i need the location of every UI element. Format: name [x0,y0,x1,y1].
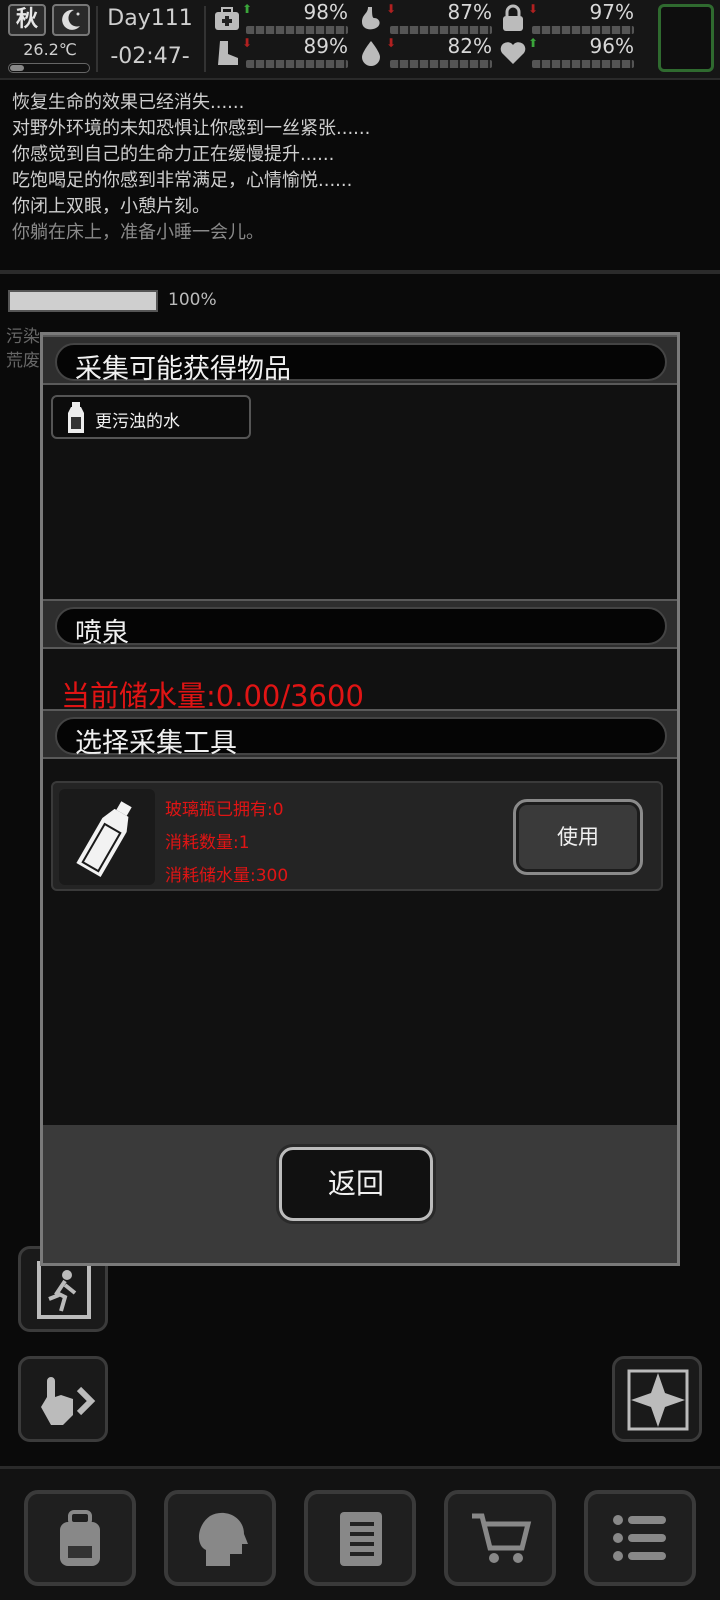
log-line: 对野外环境的未知恐惧让你感到一丝紧张...... [12,118,371,139]
tool-consume-count: 消耗数量:1 [165,833,250,853]
exit-icon [37,1261,91,1319]
dialog-footer: 返回 [43,1125,677,1263]
loot-item[interactable]: 更污浊的水 [51,395,251,439]
brain-head-icon [198,1512,248,1566]
log-divider [0,270,720,274]
trend-up-icon: ⬆ [528,36,539,50]
water-drop-icon [362,41,380,66]
day-counter: Day111 [107,6,193,31]
tool-consume-water: 消耗储水量:300 [165,866,289,886]
trend-down-icon: ⬇ [386,36,397,50]
stat-mood[interactable]: ⬆ 96% [498,34,638,70]
heart-icon [500,42,526,64]
trend-down-icon: ⬇ [242,36,253,50]
tool-owned-count: 玻璃瓶已拥有:0 [165,800,284,820]
tool-section-header: 选择采集工具 [43,709,677,759]
gather-dialog: 采集可能获得物品 更污浊的水 喷泉 当前储水量:0.00/3600 选择采集工具… [40,332,680,1266]
map-navigation-button[interactable] [612,1356,702,1442]
equipment-slot[interactable] [658,4,714,72]
compass-icon [627,1369,689,1431]
loot-item-label: 更污浊的水 [95,412,180,432]
backpack-button[interactable] [24,1490,136,1586]
temperature-bar [8,63,90,73]
backpack-icon [60,1510,100,1566]
bottle-icon [68,402,84,433]
moon-icon [52,4,90,36]
stat-thirst[interactable]: ⬇ 82% [356,34,496,70]
clock-readout: -02:47- [110,44,190,69]
log-line: 恢复生命的效果已经消失...... [12,92,245,113]
trend-up-icon: ⬆ [242,2,253,16]
progress-percent: 100% [168,290,217,310]
boot-icon [218,41,238,65]
interact-button[interactable] [18,1356,108,1442]
background-label: 荒废 [6,351,40,371]
stat-sanity[interactable]: ⬇ 97% [498,0,638,36]
background-label: 污染 [6,327,40,347]
progress-bar [8,290,158,312]
status-hud: 秋 26.2℃ Day111 -02:47- ⬆ 98% ⬇ 87% ⬇ 97%… [0,0,720,80]
notebook-icon [340,1512,382,1566]
skills-button[interactable] [164,1490,276,1586]
stat-bar [246,26,348,34]
log-line: 你感觉到自己的生命力正在缓慢提升...... [12,144,335,165]
list-menu-icon [613,1515,666,1561]
items-section-header: 采集可能获得物品 [43,335,677,385]
log-line: 你闭上双眼，小憩片刻。 [12,196,210,217]
back-button[interactable]: 返回 [279,1147,433,1221]
stat-stamina[interactable]: ⬇ 89% [212,34,352,70]
medkit-icon [215,7,239,30]
season-badge: 秋 [8,4,46,36]
trend-down-icon: ⬇ [386,2,397,16]
menu-button[interactable] [584,1490,696,1586]
log-line: 吃饱喝足的你感到非常满足，心情愉悦...... [12,170,353,191]
source-section-header: 喷泉 [43,599,677,649]
lock-icon [503,4,523,31]
shop-button[interactable] [444,1490,556,1586]
items-header-title: 采集可能获得物品 [75,354,291,385]
trend-down-icon: ⬇ [528,2,539,16]
tool-option-card: 玻璃瓶已拥有:0 消耗数量:1 消耗储水量:300 使用 [51,781,663,891]
shopping-cart-icon [472,1513,532,1563]
log-line: 你躺在床上，准备小睡一会儿。 [12,222,264,243]
event-log: 恢复生命的效果已经消失...... 对野外环境的未知恐惧让你感到一丝紧张....… [12,90,712,246]
stat-health[interactable]: ⬆ 98% [212,0,352,36]
tool-header-title: 选择采集工具 [75,728,237,759]
stat-hunger[interactable]: ⬇ 87% [356,0,496,36]
glass-bottle-icon [59,789,155,885]
use-tool-button[interactable]: 使用 [513,799,643,875]
journal-button[interactable] [304,1490,416,1586]
stomach-icon [362,7,380,30]
temperature-readout: 26.2℃ [23,40,77,59]
tap-hand-icon [41,1377,96,1425]
source-title: 喷泉 [75,618,129,649]
